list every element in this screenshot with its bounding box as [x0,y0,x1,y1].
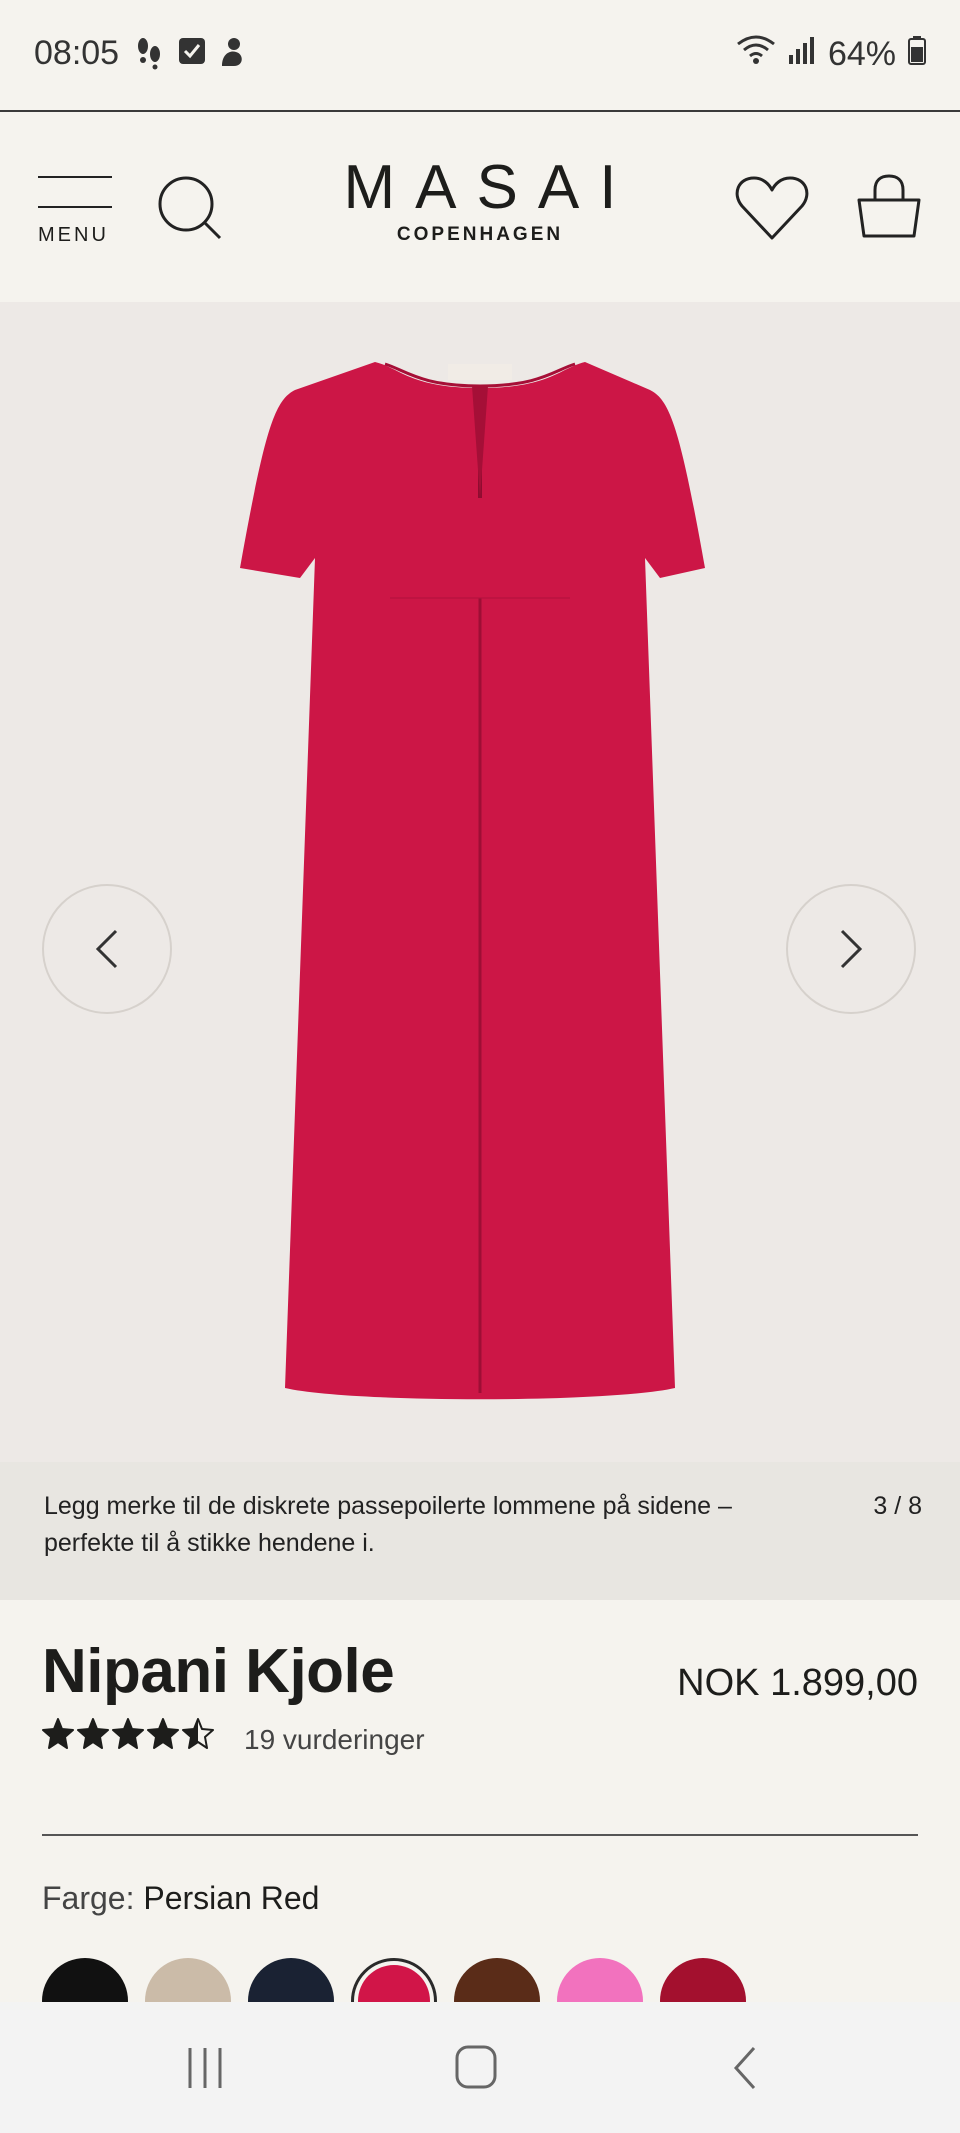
product-info: Nipani Kjole NOK 1.899,00 19 vurderinger… [0,1600,960,2044]
chevron-right-icon [840,929,863,969]
color-label: Farge: Persian Red [42,1880,319,1917]
home-icon [455,2045,497,2089]
product-name: Nipani Kjole [42,1637,395,1706]
bag-icon [857,174,921,238]
battery-level: 64% [827,35,896,73]
search-icon [158,176,222,240]
app-notification-icon [218,36,246,75]
menu-icon-line [38,206,112,208]
color-label-prefix: Farge: [42,1880,135,1916]
star-icon [77,1718,109,1749]
system-navigation-bar [0,2002,960,2133]
logo-sub: COPENHAGEN [396,224,564,245]
wishlist-button[interactable] [734,174,810,242]
site-header: MENU MASAI COPENHAGEN [0,112,960,303]
cart-button[interactable] [856,174,922,242]
status-time: 08:05 [34,34,120,72]
status-bar: 08:05 64% [0,0,960,112]
menu-icon [38,176,112,178]
heart-icon [735,176,809,240]
reviews-link[interactable]: 19 vurderinger [244,1724,425,1756]
checkbox-icon [178,36,206,73]
menu-button[interactable]: MENU [38,176,114,246]
wifi-icon [736,34,776,75]
recents-icon [188,2048,222,2088]
next-image-button[interactable] [786,884,916,1014]
footsteps-icon [134,36,164,77]
logo-main: MASAI [343,153,637,222]
back-button[interactable] [730,2046,760,2090]
product-price: NOK 1.899,00 [677,1662,918,1704]
divider [42,1834,918,1836]
home-button[interactable] [454,2044,498,2090]
recents-button[interactable] [184,2046,228,2090]
star-icon [182,1718,214,1749]
brand-logo[interactable]: MASAI COPENHAGEN [300,152,660,246]
image-counter: 3 / 8 [873,1492,922,1520]
back-icon [733,2046,756,2090]
image-caption: Legg merke til de diskrete passepoilerte… [44,1492,732,1557]
chevron-left-icon [95,929,118,969]
star-icon [147,1718,179,1749]
star-icon [112,1718,144,1749]
rating-stars[interactable] [42,1718,214,1750]
image-caption-bar: Legg merke til de diskrete passepoilerte… [0,1462,960,1600]
search-button[interactable] [156,174,226,244]
previous-image-button[interactable] [42,884,172,1014]
star-icon [42,1718,74,1749]
product-gallery[interactable] [0,302,960,1462]
menu-label: MENU [38,224,109,246]
battery-icon [908,35,926,74]
product-image [240,362,705,1400]
signal-icon [788,35,816,74]
selected-color-name: Persian Red [143,1880,320,1916]
